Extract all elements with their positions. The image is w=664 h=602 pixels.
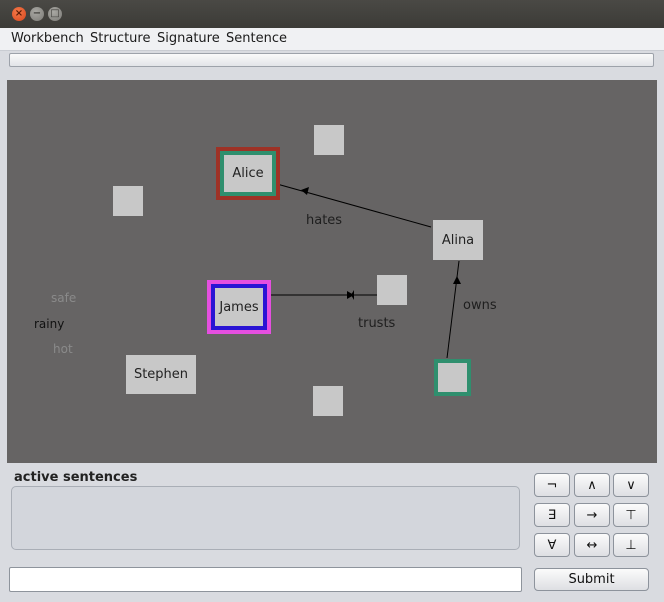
menu-structure[interactable]: Structure [90,31,150,46]
alina-label: Alina [441,232,475,248]
symbol-implies-button[interactable]: → [574,503,610,527]
symbol-forall-button[interactable]: ∀ [534,533,570,557]
hates-arrow [276,183,432,228]
symbol-and-button[interactable]: ∧ [574,473,610,497]
menu-bar: Workbench Structure Signature Sentence [0,28,664,51]
symbol-iff-button[interactable]: ↔ [574,533,610,557]
unnamed-object[interactable] [113,186,143,216]
symbol-or-button[interactable]: ∨ [613,473,649,497]
object-alice[interactable]: Alice [216,147,280,200]
unnamed-object[interactable] [314,125,344,155]
title-bar: × − □ [0,0,664,28]
menu-sentence[interactable]: Sentence [226,31,287,46]
world-canvas[interactable]: Alice Alina James Stephen hates trusts o… [7,80,657,463]
active-sentences-list[interactable] [11,486,520,550]
maximize-window-icon[interactable]: □ [48,7,62,21]
active-sentences-title: active sentences [14,470,138,485]
symbol-bottom-button[interactable]: ⊥ [613,533,649,557]
close-window-icon[interactable]: × [12,7,26,21]
menu-signature[interactable]: Signature [157,31,220,46]
sentence-input[interactable] [9,567,522,592]
unnamed-object-selected[interactable] [434,359,471,396]
relation-label-owns: owns [463,298,497,313]
unnamed-object[interactable] [377,275,407,305]
object-alina[interactable]: Alina [433,220,483,260]
menu-workbench[interactable]: Workbench [11,31,84,46]
predicate-safe[interactable]: safe [51,291,76,305]
symbol-exists-button[interactable]: ∃ [534,503,570,527]
hates-arrowhead [301,187,309,195]
stephen-label: Stephen [133,367,189,382]
symbol-top-button[interactable]: ⊤ [613,503,649,527]
progress-bar [9,53,654,67]
object-stephen[interactable]: Stephen [126,355,196,394]
submit-button[interactable]: Submit [534,568,649,591]
owns-arrowhead [453,276,461,284]
relation-label-trusts: trusts [358,316,396,331]
relation-label-hates: hates [306,213,343,228]
predicate-hot[interactable]: hot [53,342,73,356]
owns-arrow [446,260,460,359]
predicate-rainy[interactable]: rainy [34,317,64,331]
minimize-window-icon[interactable]: − [30,7,44,21]
object-james[interactable]: James [207,280,271,334]
james-label: James [215,288,263,326]
symbol-not-button[interactable]: ¬ [534,473,570,497]
alice-label: Alice [224,155,272,192]
unnamed-object[interactable] [313,386,343,416]
trusts-arrowhead [347,290,354,300]
